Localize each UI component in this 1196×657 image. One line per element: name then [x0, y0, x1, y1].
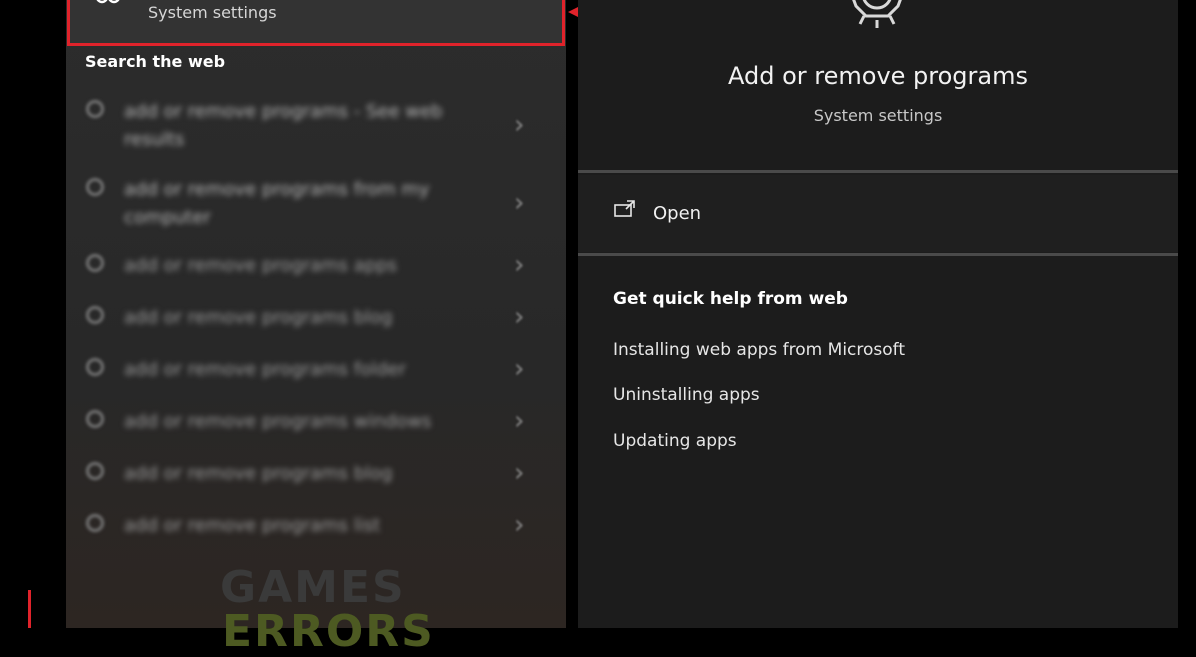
detail-title: Add or remove programs — [728, 62, 1028, 90]
divider — [578, 170, 1178, 173]
chevron-right-icon: › — [514, 110, 525, 140]
web-result-text: add or remove programs blog — [124, 463, 393, 484]
web-result-text: add or remove programs - See web results — [124, 101, 443, 150]
chevron-right-icon: › — [514, 510, 525, 540]
left-edge — [0, 0, 66, 628]
search-icon — [86, 358, 104, 376]
search-icon — [86, 254, 104, 272]
apps-icon — [96, 0, 120, 4]
help-link[interactable]: Installing web apps from Microsoft — [613, 340, 905, 360]
web-result-item[interactable]: add or remove programs list › — [66, 506, 566, 558]
chevron-right-icon: › — [514, 458, 525, 488]
chevron-right-icon: › — [514, 354, 525, 384]
chevron-right-icon: › — [514, 250, 525, 280]
chevron-right-icon: › — [514, 188, 525, 218]
web-result-text: add or remove programs apps — [124, 255, 398, 276]
detail-pane — [578, 0, 1178, 628]
web-result-item[interactable]: add or remove programs - See web results… — [66, 92, 566, 170]
open-action[interactable]: Open — [578, 175, 1178, 252]
detail-subtitle: System settings — [813, 106, 943, 125]
search-icon — [86, 410, 104, 428]
open-label: Open — [653, 203, 702, 224]
divider — [578, 253, 1178, 256]
chevron-right-icon: › — [514, 406, 525, 436]
best-match-result[interactable]: System settings — [67, 0, 565, 46]
web-result-text: add or remove programs from my computer — [124, 179, 430, 228]
chevron-right-icon: › — [514, 302, 525, 332]
help-link[interactable]: Uninstalling apps — [613, 385, 760, 405]
web-results-list: add or remove programs - See web results… — [66, 92, 566, 558]
watermark-logo: GAMES — [220, 562, 406, 613]
web-result-item[interactable]: add or remove programs blog › — [66, 454, 566, 506]
help-heading: Get quick help from web — [613, 289, 848, 309]
web-result-text: add or remove programs windows — [124, 411, 432, 432]
web-result-text: add or remove programs list — [124, 515, 381, 536]
search-icon — [86, 306, 104, 324]
watermark-logo-line2: ERRORS — [222, 606, 435, 657]
search-icon — [86, 462, 104, 480]
web-result-item[interactable]: add or remove programs blog › — [66, 298, 566, 350]
gear-icon — [852, 0, 902, 28]
web-result-text: add or remove programs folder — [124, 359, 406, 380]
best-match-subtitle: System settings — [148, 3, 277, 22]
search-icon — [86, 100, 104, 118]
red-marker — [28, 590, 31, 628]
search-icon — [86, 514, 104, 532]
open-icon — [614, 200, 635, 217]
search-web-heading: Search the web — [85, 52, 226, 71]
web-result-text: add or remove programs blog — [124, 307, 393, 328]
help-link[interactable]: Updating apps — [613, 431, 737, 451]
web-result-item[interactable]: add or remove programs apps › — [66, 246, 566, 298]
search-icon — [86, 178, 104, 196]
web-result-item[interactable]: add or remove programs folder › — [66, 350, 566, 402]
web-result-item[interactable]: add or remove programs windows › — [66, 402, 566, 454]
web-result-item[interactable]: add or remove programs from my computer … — [66, 170, 566, 246]
